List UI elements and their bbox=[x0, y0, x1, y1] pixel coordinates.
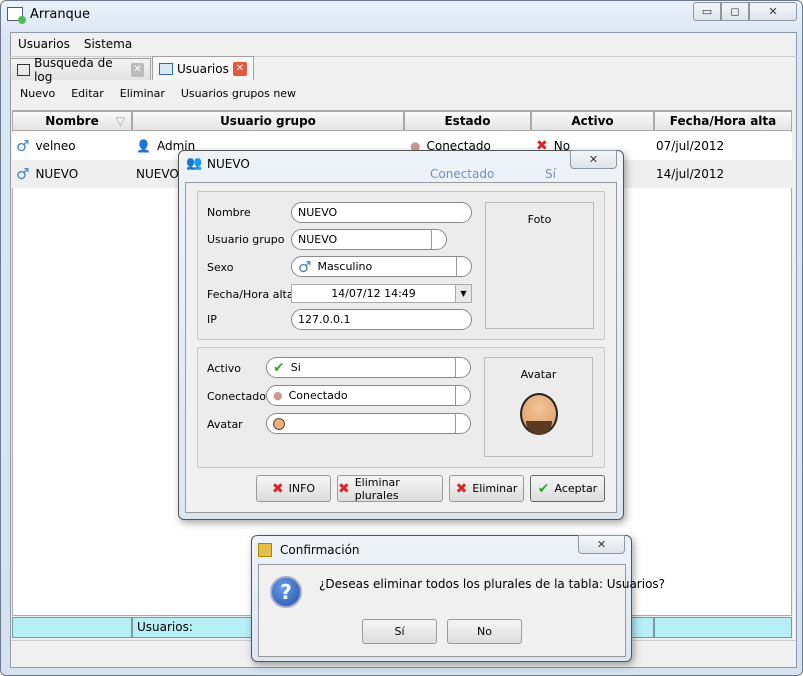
check-icon: ✔ bbox=[537, 480, 550, 497]
cell-fecha: 14/jul/2012 bbox=[656, 167, 725, 181]
maximize-button[interactable]: ◻ bbox=[721, 2, 749, 21]
tab-usuarios[interactable]: Usuarios ✕ bbox=[152, 56, 254, 80]
menu-bar: Usuarios Sistema bbox=[18, 37, 146, 51]
column-header-usuario-grupo[interactable]: Usuario grupo bbox=[132, 111, 404, 131]
cell-grupo: NUEVO bbox=[136, 167, 179, 181]
x-icon: ✖ bbox=[455, 480, 468, 497]
cell-fecha: 07/jul/2012 bbox=[656, 139, 725, 153]
usuarios-grupos-new-button[interactable]: Usuarios grupos new bbox=[181, 87, 296, 100]
confirm-title: Confirmación bbox=[280, 543, 360, 557]
column-header-nombre[interactable]: Nombre ▽ bbox=[12, 111, 132, 131]
eliminar-button[interactable]: ✖ Eliminar bbox=[449, 475, 524, 502]
question-icon: ? bbox=[270, 576, 302, 608]
tab-busqueda-de-log[interactable]: Busqueda de log ✕ bbox=[10, 56, 151, 84]
no-button[interactable]: No bbox=[447, 619, 522, 644]
tab-label: Usuarios bbox=[177, 61, 229, 76]
male-icon: ♂ bbox=[16, 165, 30, 183]
activo-select[interactable]: ✔ Si bbox=[266, 357, 471, 378]
male-icon: ♂ bbox=[298, 257, 312, 276]
aceptar-button[interactable]: ✔ Aceptar bbox=[530, 475, 605, 502]
conectado-label: Conectado bbox=[207, 390, 266, 403]
dialog-title: NUEVO bbox=[207, 157, 250, 171]
user-icon: ● bbox=[273, 389, 283, 402]
bald-avatar-image bbox=[519, 393, 558, 435]
avatar-select[interactable] bbox=[266, 413, 471, 434]
activo-label: Activo bbox=[207, 362, 241, 375]
footer-cell bbox=[654, 617, 792, 638]
avatar-label: Avatar bbox=[207, 418, 243, 431]
yes-button[interactable]: Sí bbox=[362, 619, 437, 644]
sexo-label: Sexo bbox=[207, 261, 234, 274]
ip-label: IP bbox=[207, 313, 217, 326]
log-icon bbox=[17, 63, 31, 76]
cell-activo: Sí bbox=[545, 167, 556, 181]
menu-usuarios[interactable]: Usuarios bbox=[18, 37, 70, 51]
chevron-down-icon[interactable]: ▼ bbox=[455, 285, 471, 302]
nuevo-button[interactable]: Nuevo bbox=[20, 87, 55, 100]
sexo-select[interactable]: ♂ Masculino bbox=[291, 256, 472, 277]
close-tab-icon[interactable]: ✕ bbox=[131, 62, 144, 77]
cell-nombre: velneo bbox=[35, 139, 76, 153]
eliminar-button[interactable]: Eliminar bbox=[120, 87, 165, 100]
ip-input[interactable]: 127.0.0.1 bbox=[291, 309, 472, 330]
menu-sistema[interactable]: Sistema bbox=[84, 37, 132, 51]
confirm-message: ¿Deseas eliminar todos los plurales de l… bbox=[319, 577, 666, 591]
app-icon bbox=[7, 7, 26, 24]
admin-user-icon: 👤 bbox=[136, 139, 151, 153]
cell-nombre: NUEVO bbox=[35, 167, 79, 181]
x-icon: ✖ bbox=[271, 480, 284, 497]
info-button[interactable]: ✖ INFO bbox=[256, 475, 331, 502]
fecha-datetime-input[interactable]: 14/07/12 14:49 ▼ bbox=[291, 284, 472, 303]
confirm-close-button[interactable]: ✕ bbox=[578, 535, 625, 554]
column-header-activo[interactable]: Activo bbox=[531, 111, 654, 131]
window-title: Arranque bbox=[30, 7, 91, 22]
eliminar-plurales-button[interactable]: ✖ Eliminar plurales bbox=[337, 475, 443, 502]
male-icon: ♂ bbox=[16, 137, 30, 155]
avatar-face-icon bbox=[273, 417, 285, 430]
cell-estado: Conectado bbox=[430, 167, 495, 181]
minimize-button[interactable]: ▭ bbox=[693, 2, 721, 21]
conectado-select[interactable]: ● Conectado bbox=[266, 385, 471, 406]
fecha-label: Fecha/Hora alta bbox=[207, 288, 294, 301]
close-button[interactable]: ✕ bbox=[749, 2, 797, 21]
footer-cell bbox=[12, 617, 132, 638]
grupo-label: Usuario grupo bbox=[207, 233, 285, 246]
foto-panel[interactable]: Foto bbox=[485, 202, 594, 329]
tab-label: Busqueda de log bbox=[34, 55, 113, 84]
nombre-label: Nombre bbox=[207, 206, 251, 219]
table-icon bbox=[159, 62, 173, 75]
editar-button[interactable]: Editar bbox=[71, 87, 104, 100]
close-tab-icon[interactable]: ✕ bbox=[232, 61, 247, 76]
nombre-input[interactable]: NUEVO bbox=[291, 202, 472, 223]
app-shield-icon bbox=[258, 543, 272, 557]
toolbar: Nuevo Editar Eliminar Usuarios grupos new bbox=[20, 87, 312, 100]
avatar-panel: Avatar bbox=[484, 357, 593, 457]
column-header-estado[interactable]: Estado bbox=[404, 111, 531, 131]
column-header-fecha[interactable]: Fecha/Hora alta bbox=[654, 111, 792, 131]
x-icon: ✖ bbox=[338, 480, 350, 497]
dialog-close-button[interactable]: ✕ bbox=[570, 150, 617, 169]
users-icon: 👥 bbox=[186, 156, 203, 171]
grupo-select[interactable]: NUEVO bbox=[291, 229, 447, 250]
check-icon: ✔ bbox=[273, 359, 285, 376]
